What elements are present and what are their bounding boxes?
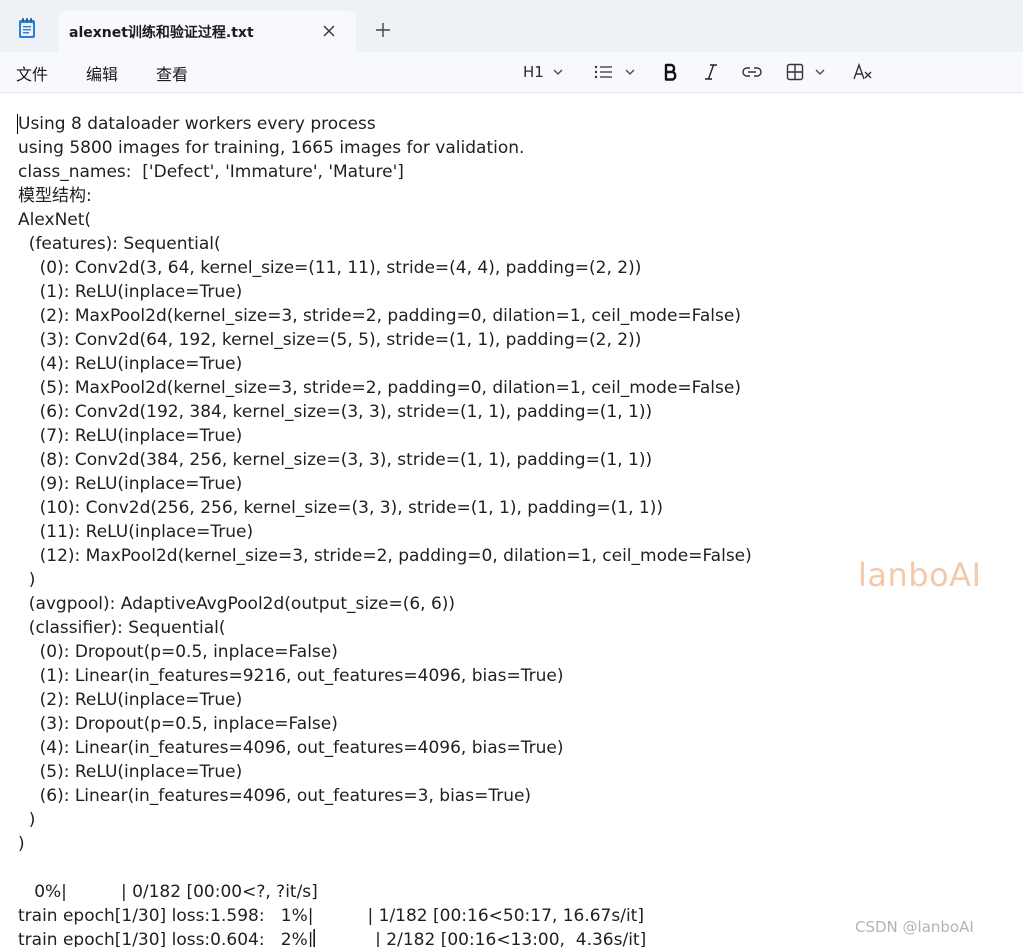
text-editor[interactable]: Using 8 dataloader workers every process… [0,93,1023,947]
text-line [18,856,752,880]
italic-icon [703,63,719,81]
text-line: ) [18,810,36,830]
document-tab[interactable]: alexnet训练和验证过程.txt [58,11,356,52]
notepad-icon [17,17,37,39]
clear-format-icon [852,63,874,81]
credit-text: CSDN @lanboAI [855,918,974,936]
table-icon [786,63,804,81]
text-line: (3): Dropout(p=0.5, inplace=False) [18,714,338,734]
text-line: (classifier): Sequential( [18,618,226,638]
menu-file[interactable]: 文件 [16,61,48,85]
menu-bar: 文件 编辑 查看 H1 [0,52,1023,93]
text-line: (3): Conv2d(64, 192, kernel_size=(5, 5),… [18,330,642,350]
title-bar: alexnet训练和验证过程.txt [0,0,1023,52]
chevron-down-icon [552,66,564,78]
text-line: using 5800 images for training, 1665 ima… [18,138,525,158]
text-line: (0): Dropout(p=0.5, inplace=False) [18,642,338,662]
text-line: (2): MaxPool2d(kernel_size=3, stride=2, … [18,306,741,326]
plus-icon[interactable] [373,20,393,40]
menu-view[interactable]: 查看 [156,61,188,85]
chevron-down-icon [624,66,636,78]
text-line: 0%| | 0/182 [00:00<?, ?it/s] [18,882,318,902]
link-button[interactable] [741,58,763,86]
text-line: (8): Conv2d(384, 256, kernel_size=(3, 3)… [18,450,653,470]
text-line: ) [18,834,25,854]
text-line: Using 8 dataloader workers every process [18,114,376,134]
list-icon [594,64,614,80]
text-line: class_names: ['Defect', 'Immature', 'Mat… [18,162,404,182]
text-line: (11): ReLU(inplace=True) [18,522,254,542]
watermark-text: lanboAI [858,556,982,594]
heading-dropdown[interactable]: H1 [523,58,564,86]
text-line: (6): Linear(in_features=4096, out_featur… [18,786,532,806]
text-line: (2): ReLU(inplace=True) [18,690,243,710]
text-line: (4): Linear(in_features=4096, out_featur… [18,738,564,758]
italic-button[interactable] [703,58,719,86]
link-icon [741,65,763,79]
text-line: (6): Conv2d(192, 384, kernel_size=(3, 3)… [18,402,653,422]
clear-format-button[interactable] [852,58,874,86]
text-line: train epoch[1/30] loss:0.604: 2%|▏ | 2/1… [18,930,647,947]
text-line: (12): MaxPool2d(kernel_size=3, stride=2,… [18,546,752,566]
text-line: (4): ReLU(inplace=True) [18,354,243,374]
text-line: train epoch[1/30] loss:1.598: 1%| | 1/18… [18,906,644,926]
list-dropdown[interactable] [594,58,636,86]
text-line: (1): Linear(in_features=9216, out_featur… [18,666,564,686]
chevron-down-icon [814,66,826,78]
text-line: (7): ReLU(inplace=True) [18,426,243,446]
text-line: AlexNet( [18,210,92,230]
tab-title: alexnet训练和验证过程.txt [69,25,254,41]
text-line: 模型结构: [18,186,92,206]
heading-label: H1 [523,63,544,81]
menu-edit[interactable]: 编辑 [86,61,118,85]
bold-icon [663,63,679,81]
text-line: (avgpool): AdaptiveAvgPool2d(output_size… [18,594,456,614]
text-line: (features): Sequential( [18,234,221,254]
text-line: (9): ReLU(inplace=True) [18,474,243,494]
text-line: (10): Conv2d(256, 256, kernel_size=(3, 3… [18,498,663,518]
text-line: (1): ReLU(inplace=True) [18,282,243,302]
text-line: (5): MaxPool2d(kernel_size=3, stride=2, … [18,378,741,398]
close-icon[interactable] [318,20,340,42]
text-line: (0): Conv2d(3, 64, kernel_size=(11, 11),… [18,258,642,278]
bold-button[interactable] [663,58,679,86]
document-content[interactable]: Using 8 dataloader workers every process… [18,112,752,947]
text-line: (5): ReLU(inplace=True) [18,762,243,782]
text-line: ) [18,570,36,590]
table-dropdown[interactable] [786,58,826,86]
